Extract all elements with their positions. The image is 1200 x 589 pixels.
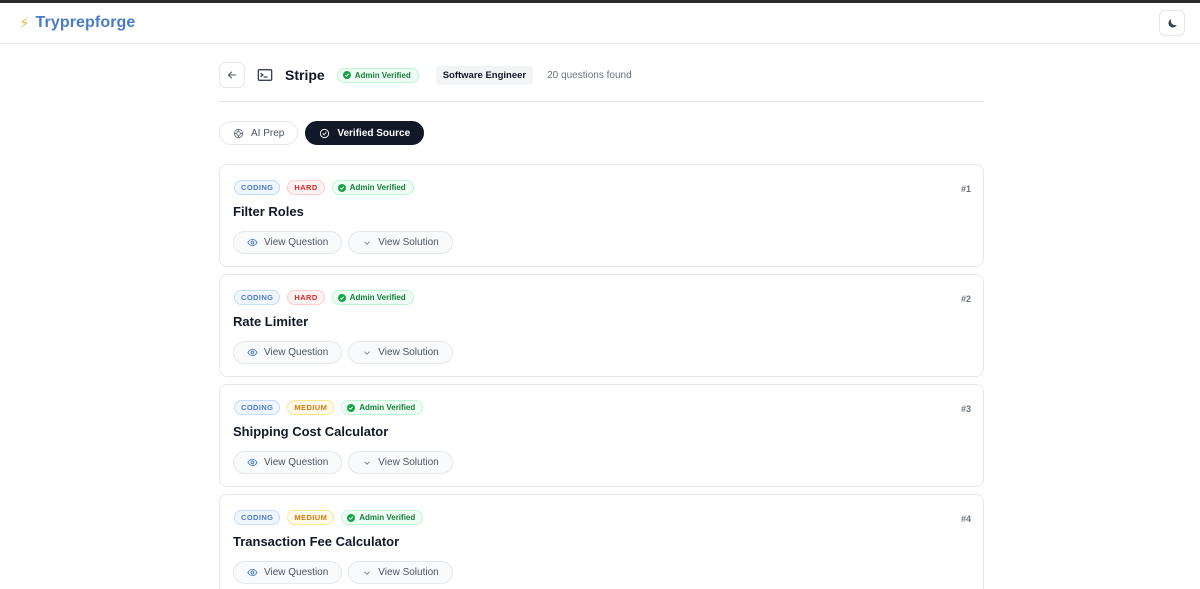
view-question-label: View Question [264,457,329,468]
question-card[interactable]: CODING HARD Admin Verified #2 Rate Limit… [219,274,984,377]
check-circle-icon [347,403,356,412]
admin-verified-badge: Admin Verified [331,180,414,195]
question-number: #1 [960,184,971,194]
question-title: Rate Limiter [233,314,309,329]
tab-label: AI Prep [251,127,285,139]
view-question-label: View Question [264,237,329,248]
chevron-down-icon [364,460,371,465]
question-badges: CODING HARD Admin Verified [234,290,414,305]
category-tag: CODING [234,180,281,195]
view-solution-button[interactable]: View Solution [348,561,453,584]
source-tabs: AI Prep Verified Source [219,121,425,145]
arrow-left-icon [228,71,236,79]
question-number: #2 [960,294,971,304]
theme-toggle-button[interactable] [1159,10,1185,36]
terminal-icon [257,67,273,83]
category-tag: CODING [234,510,281,525]
verified-label: Admin Verified [359,403,416,412]
admin-verified-badge: Admin Verified [331,290,414,305]
eye-icon [247,238,258,247]
verified-label: Admin Verified [349,183,406,192]
check-circle-icon [320,128,330,138]
back-button[interactable] [219,62,245,88]
view-solution-label: View Solution [378,457,439,468]
question-actions: View Question View Solution [233,561,453,584]
view-question-button[interactable]: View Question [233,341,343,364]
question-actions: View Question View Solution [233,341,453,364]
top-navbar: ⚡ Tryprepforge [0,3,1200,44]
verified-label: Admin Verified [349,293,406,302]
brand-logo[interactable]: ⚡ Tryprepforge [19,14,135,32]
check-circle-icon [337,183,346,192]
view-solution-label: View Solution [378,567,439,578]
question-card[interactable]: CODING HARD Admin Verified #1 Filter Rol… [219,164,984,267]
category-tag: CODING [234,290,281,305]
tab-ai-prep[interactable]: AI Prep [219,121,299,145]
header-divider [219,101,984,102]
chevron-down-icon [364,240,371,245]
brand-name: Tryprepforge [35,14,136,31]
question-badges: CODING MEDIUM Admin Verified [234,400,424,415]
check-circle-icon [347,513,356,522]
view-question-label: View Question [264,347,329,358]
view-question-label: View Question [264,567,329,578]
verified-label: Admin Verified [354,70,411,80]
difficulty-tag: MEDIUM [287,510,335,525]
admin-verified-badge: Admin Verified [341,400,424,415]
company-header: Stripe Admin Verified Software Engineer … [219,62,984,88]
question-actions: View Question View Solution [233,231,453,254]
difficulty-tag: HARD [287,290,325,305]
view-question-button[interactable]: View Question [233,561,343,584]
admin-verified-badge: Admin Verified [336,67,419,83]
eye-icon [247,458,258,467]
verified-label: Admin Verified [359,513,416,522]
check-circle-icon [342,71,351,79]
view-question-button[interactable]: View Question [233,451,343,474]
brain-icon [233,128,244,138]
category-tag: CODING [234,400,281,415]
check-circle-icon [337,293,346,302]
question-title: Transaction Fee Calculator [233,534,400,549]
admin-verified-badge: Admin Verified [341,510,424,525]
question-badges: CODING MEDIUM Admin Verified [234,510,424,525]
question-actions: View Question View Solution [233,451,453,474]
question-title: Filter Roles [233,204,304,219]
difficulty-tag: MEDIUM [287,400,335,415]
view-solution-button[interactable]: View Solution [348,451,453,474]
question-number: #4 [960,514,971,524]
view-solution-label: View Solution [378,237,439,248]
eye-icon [247,568,258,577]
question-count: 20 questions found [547,69,632,81]
question-card[interactable]: CODING MEDIUM Admin Verified #3 Shipping… [219,384,984,487]
question-card[interactable]: CODING MEDIUM Admin Verified #4 Transact… [219,494,984,589]
lightning-icon: ⚡ [19,14,30,32]
company-name: Stripe [285,67,325,83]
difficulty-tag: HARD [287,180,325,195]
question-number: #3 [960,404,971,414]
role-chip: Software Engineer [435,65,534,85]
chevron-down-icon [364,570,371,575]
chevron-down-icon [364,350,371,355]
view-question-button[interactable]: View Question [233,231,343,254]
view-solution-button[interactable]: View Solution [348,341,453,364]
question-title: Shipping Cost Calculator [233,424,389,439]
moon-icon [1168,18,1177,27]
question-badges: CODING HARD Admin Verified [234,180,414,195]
tab-label: Verified Source [337,127,411,139]
view-solution-label: View Solution [378,347,439,358]
view-solution-button[interactable]: View Solution [348,231,453,254]
eye-icon [247,348,258,357]
tab-verified-source[interactable]: Verified Source [305,121,425,145]
